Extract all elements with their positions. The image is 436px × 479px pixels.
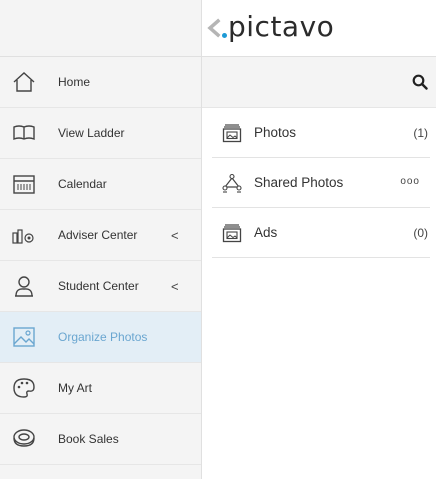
logo-dot <box>222 33 227 38</box>
sidebar-item-label: View Ladder <box>58 126 125 140</box>
folder-label: Ads <box>254 225 278 240</box>
main-content: Photos (1) Shared Photos ooo Ads (0) <box>202 57 436 479</box>
photo-album-icon <box>222 124 242 143</box>
student-icon <box>15 276 33 297</box>
sidebar-item-adviser-center[interactable]: Adviser Center < <box>0 210 201 261</box>
shared-photos-icon <box>222 173 242 193</box>
sidebar-item-label: Organize Photos <box>58 330 148 344</box>
sidebar-item-organize-photos[interactable]: Organize Photos <box>0 312 201 363</box>
sidebar-item-calendar[interactable]: Calendar <box>0 159 201 210</box>
palette-icon <box>13 378 35 398</box>
photo-icon <box>13 327 35 347</box>
home-icon <box>13 72 35 92</box>
logo-chevron-icon <box>207 18 221 38</box>
more-options-icon[interactable]: ooo <box>400 158 420 206</box>
app-window: pictavo Home View Ladder Calendar Advise… <box>0 0 436 479</box>
sidebar-item-label: Home <box>58 75 91 89</box>
logo-header: pictavo <box>202 0 436 57</box>
sidebar-item-label: Student Center <box>58 279 139 293</box>
folder-label: Photos <box>254 125 297 140</box>
header-corner <box>0 0 202 57</box>
folder-list: Photos (1) Shared Photos ooo Ads (0) <box>212 108 430 258</box>
money-icon <box>13 429 35 447</box>
sidebar-item-label: Adviser Center <box>58 228 138 242</box>
search-bar <box>202 57 436 108</box>
sidebar-item-label: My Art <box>58 381 93 395</box>
folder-row-photos[interactable]: Photos (1) <box>212 108 430 158</box>
sidebar-item-book-sales[interactable]: Book Sales <box>0 414 201 465</box>
adviser-icon <box>12 229 34 244</box>
sidebar-item-student-center[interactable]: Student Center < <box>0 261 201 312</box>
calendar-icon <box>13 175 35 194</box>
sidebar-item-home[interactable]: Home <box>0 57 201 108</box>
folder-count: (0) <box>413 226 428 240</box>
chevron-left-icon[interactable]: < <box>171 261 179 312</box>
chevron-left-icon[interactable]: < <box>171 210 179 261</box>
folder-label: Shared Photos <box>254 175 344 190</box>
folder-count: (1) <box>413 126 428 140</box>
ads-album-icon <box>222 224 242 243</box>
logo: pictavo <box>228 10 335 43</box>
book-icon <box>13 125 35 141</box>
sidebar-item-label: Calendar <box>58 177 107 191</box>
folder-row-ads[interactable]: Ads (0) <box>212 208 430 258</box>
sidebar-item-my-art[interactable]: My Art <box>0 363 201 414</box>
sidebar: Home View Ladder Calendar Adviser Center… <box>0 57 202 479</box>
sidebar-item-label: Book Sales <box>58 432 119 446</box>
folder-row-shared-photos[interactable]: Shared Photos ooo <box>212 158 430 208</box>
sidebar-item-view-ladder[interactable]: View Ladder <box>0 108 201 159</box>
search-icon[interactable] <box>412 74 428 90</box>
